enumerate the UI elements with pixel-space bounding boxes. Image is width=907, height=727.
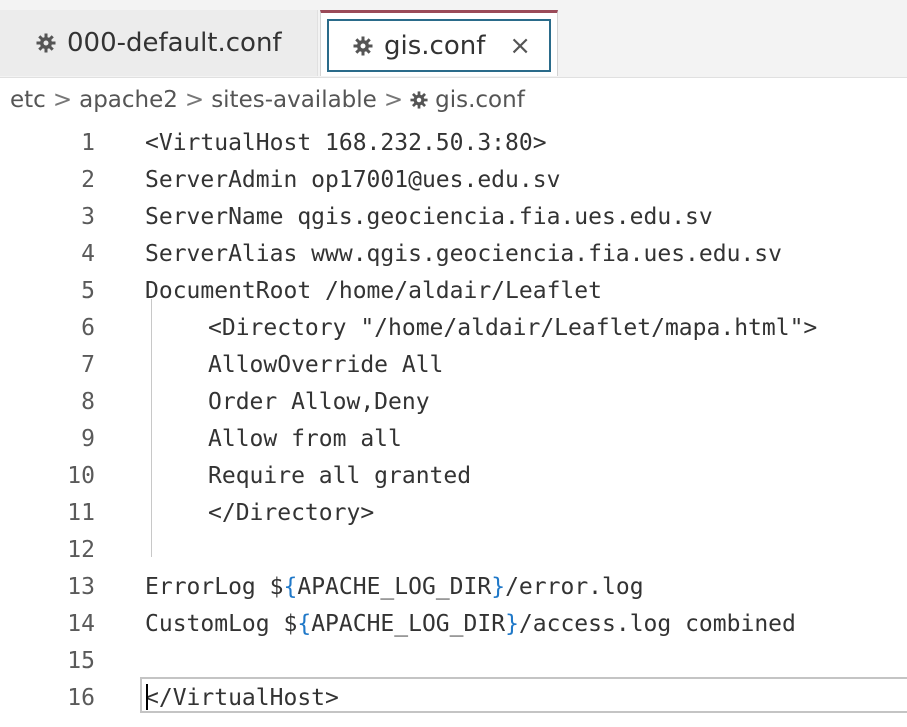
line-text: ServerName qgis.geociencia.fia.ues.edu.s… [145,203,713,230]
code-line: 10 Require all granted [0,457,907,494]
brace-open: { [283,573,298,600]
breadcrumb-item-apache2[interactable]: apache2 [79,87,178,113]
line-text: </Directory> [208,499,375,526]
line-text: Allow from all [208,425,402,452]
code-editor[interactable]: 1 <VirtualHost 168.232.50.3:80> 2 Server… [0,124,907,727]
tab-000-default-conf[interactable]: 000-default.conf [0,10,318,76]
gear-icon [410,91,428,109]
line-number: 10 [67,462,95,489]
code-line: 6 <Directory "/home/aldair/Leaflet/mapa.… [0,309,907,346]
code-line: 15 [0,642,907,679]
line-number: 15 [67,647,95,674]
code-token: /error.log [505,573,644,600]
line-number: 3 [81,203,95,230]
breadcrumb-item-etc[interactable]: etc [10,87,46,113]
line-text: AllowOverride All [208,351,444,378]
code-line: 14 CustomLog ${APACHE_LOG_DIR}/access.lo… [0,605,907,642]
code-line: 7 AllowOverride All [0,346,907,383]
line-number: 2 [81,166,95,193]
line-text: Order Allow,Deny [208,388,430,415]
line-number: 1 [81,129,95,156]
code-line: 11 </Directory> [0,494,907,531]
breadcrumb-separator: > [184,87,205,113]
breadcrumb-separator: > [52,87,73,113]
breadcrumb-separator: > [383,87,404,113]
line-text: Require all granted [208,462,472,489]
line-text: CustomLog ${APACHE_LOG_DIR}/access.log c… [145,611,796,637]
code-line: 12 [0,531,907,568]
line-number: 7 [81,351,95,378]
tab-label: gis.conf [384,30,486,61]
code-token: CustomLog $ [145,610,298,637]
close-tab-button[interactable]: × [509,33,531,59]
code-line: 13 ErrorLog ${APACHE_LOG_DIR}/error.log [0,568,907,605]
breadcrumb-item-sites-available[interactable]: sites-available [211,87,377,113]
gear-icon [36,33,56,53]
line-number: 14 [67,610,95,637]
line-number: 5 [81,277,95,304]
code-line: 2 ServerAdmin op17001@ues.edu.sv [0,161,907,198]
code-variable: APACHE_LOG_DIR [311,610,506,637]
code-token: /access.log combined [518,610,796,637]
breadcrumb: etc > apache2 > sites-available > gis.co… [0,78,907,122]
tab-bar: 000-default.conf gis.conf × [0,0,907,78]
line-text: ErrorLog ${APACHE_LOG_DIR}/error.log [145,574,644,600]
tab-label: 000-default.conf [67,28,282,58]
code-line: 5 DocumentRoot /home/aldair/Leaflet [0,272,907,309]
text-cursor [146,684,148,710]
line-text: ServerAlias www.qgis.geociencia.fia.ues.… [145,240,782,267]
brace-close: } [505,610,519,637]
code-token: ErrorLog $ [145,573,284,600]
line-text: <VirtualHost 168.232.50.3:80> [145,129,547,156]
code-line: 9 Allow from all [0,420,907,457]
code-line: 3 ServerName qgis.geociencia.fia.ues.edu… [0,198,907,235]
line-text: </VirtualHost> [145,684,339,711]
gear-icon [353,36,373,55]
line-number: 12 [67,536,95,563]
tab-gis-conf[interactable]: gis.conf × [320,10,558,76]
tab-focus-outline: gis.conf × [327,19,551,72]
line-number: 11 [67,499,95,526]
code-line: 8 Order Allow,Deny [0,383,907,420]
brace-open: { [297,610,312,637]
code-line: 4 ServerAlias www.qgis.geociencia.fia.ue… [0,235,907,272]
line-number: 13 [67,573,95,600]
brace-close: } [491,573,506,600]
code-variable: APACHE_LOG_DIR [297,573,492,600]
breadcrumb-item-file[interactable]: gis.conf [435,87,525,113]
line-text: DocumentRoot /home/aldair/Leaflet [145,277,602,304]
code-line: 1 <VirtualHost 168.232.50.3:80> [0,124,907,161]
line-number: 4 [81,240,95,267]
line-text: <Directory "/home/aldair/Leaflet/mapa.ht… [208,314,818,341]
line-number: 8 [81,388,95,415]
code-line: 16 </VirtualHost> [0,679,907,716]
line-number: 6 [81,314,95,341]
line-number: 9 [81,425,95,452]
line-text: ServerAdmin op17001@ues.edu.sv [145,166,561,193]
line-number: 16 [67,684,95,711]
